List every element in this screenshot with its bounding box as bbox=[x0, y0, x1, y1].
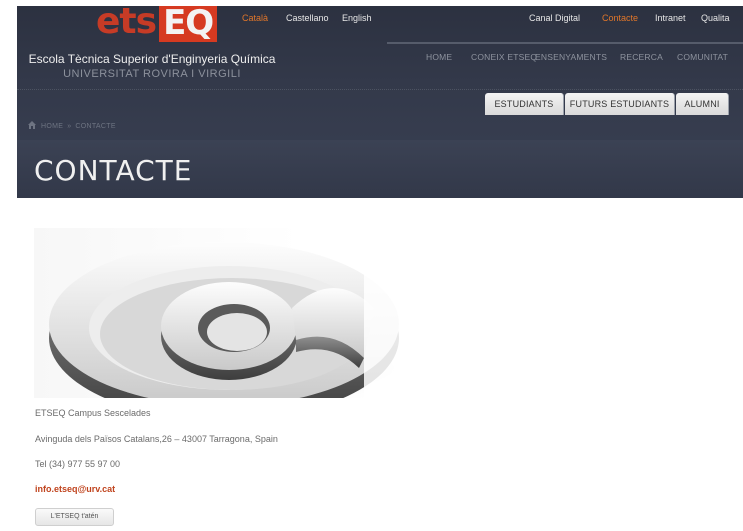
home-icon[interactable] bbox=[27, 120, 37, 132]
toplink-qualitat[interactable]: Qualita bbox=[701, 13, 730, 23]
phone-text: Tel (34) 977 55 97 00 bbox=[35, 459, 121, 469]
title-band: CONTACTE bbox=[17, 140, 743, 198]
nav-ensenyaments[interactable]: ENSENYAMENTS bbox=[535, 52, 607, 62]
tab-estudiants[interactable]: ESTUDIANTS bbox=[485, 93, 564, 115]
nav-comunitat[interactable]: COMUNITAT bbox=[677, 52, 728, 62]
at-symbol-image bbox=[34, 228, 480, 398]
toplink-intranet[interactable]: Intranet bbox=[655, 13, 686, 23]
breadcrumb-current: CONTACTE bbox=[75, 122, 116, 130]
etseq-t-aten-button[interactable]: L'ETSEQ t'atén bbox=[35, 508, 114, 526]
etseq-logo[interactable]: ets EQ bbox=[96, 6, 218, 42]
toplink-contacte[interactable]: Contacte bbox=[602, 13, 638, 23]
toplink-canal-digital[interactable]: Canal Digital bbox=[529, 13, 580, 23]
nav-coneix-etseq[interactable]: CONEIX ETSEQ bbox=[471, 52, 537, 62]
logo-ets-text: ets bbox=[96, 6, 157, 42]
school-name: Escola Tècnica Superior d'Enginyeria Quí… bbox=[28, 52, 276, 66]
breadcrumb: HOME » CONTACTE bbox=[27, 120, 116, 132]
left-edge bbox=[0, 0, 17, 531]
lang-castellano[interactable]: Castellano bbox=[286, 13, 329, 23]
page-title: CONTACTE bbox=[34, 154, 193, 187]
university-name: UNIVERSITAT ROVIRA I VIRGILI bbox=[63, 68, 241, 80]
logo-eq-text: EQ bbox=[159, 6, 218, 42]
header-separator bbox=[17, 89, 743, 90]
campus-text: ETSEQ Campus Sescelades bbox=[35, 408, 151, 418]
nav-home[interactable]: HOME bbox=[426, 52, 452, 62]
main-nav-divider bbox=[387, 42, 743, 44]
site-header: ets EQ Català Castellano English Canal D… bbox=[17, 6, 743, 198]
breadcrumb-home[interactable]: HOME bbox=[41, 123, 63, 130]
address-text: Avinguda dels Països Catalans,26 – 43007… bbox=[35, 434, 278, 444]
breadcrumb-separator: » bbox=[67, 122, 72, 130]
tab-alumni[interactable]: ALUMNI bbox=[676, 93, 729, 115]
nav-recerca[interactable]: RECERCA bbox=[620, 52, 663, 62]
lang-catala[interactable]: Català bbox=[242, 13, 268, 23]
lang-english[interactable]: English bbox=[342, 13, 372, 23]
tab-futurs-estudiants[interactable]: FUTURS ESTUDIANTS bbox=[565, 93, 675, 115]
email-link[interactable]: info.etseq@urv.cat bbox=[35, 484, 115, 494]
